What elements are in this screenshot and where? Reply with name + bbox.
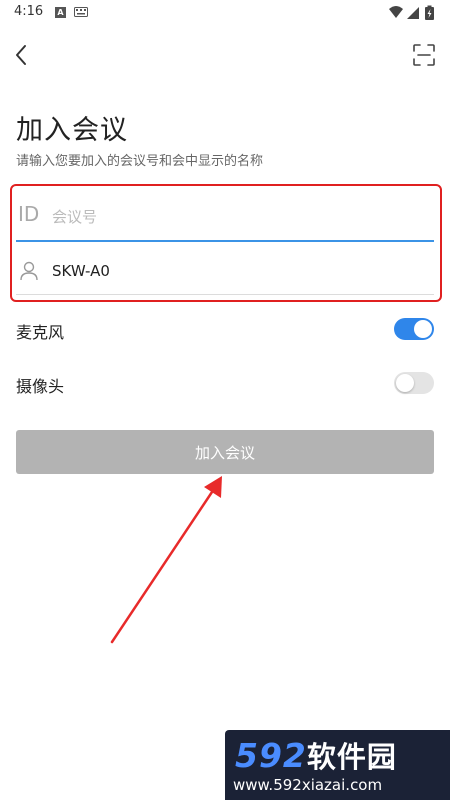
page-subtitle: 请输入您要加入的会议号和会中显示的名称 [16, 154, 264, 169]
microphone-switch[interactable] [394, 318, 434, 340]
watermark-brand-cn: 软件园 [306, 740, 397, 774]
back-chevron-icon[interactable] [10, 42, 36, 68]
wifi-icon [389, 6, 403, 18]
keyboard-icon [74, 7, 88, 17]
camera-switch[interactable] [394, 372, 434, 394]
watermark-brand: 592软件园 [235, 734, 397, 776]
scan-icon[interactable] [412, 43, 436, 67]
notification-a-icon: A [55, 7, 66, 18]
display-name-field [16, 250, 434, 295]
display-name-input[interactable] [52, 256, 422, 286]
id-icon: ID [18, 202, 40, 226]
camera-row: 摄像头 [16, 369, 434, 399]
status-icons [389, 5, 434, 20]
page-title: 加入会议 [16, 115, 128, 146]
meeting-id-field: ID [16, 196, 434, 242]
switch-knob [414, 320, 432, 338]
microphone-label: 麦克风 [16, 323, 65, 342]
person-icon [20, 261, 38, 281]
watermark-url: www.592xiazai.com [233, 776, 383, 794]
camera-label: 摄像头 [16, 377, 65, 396]
switch-knob [396, 374, 414, 392]
microphone-row: 麦克风 [16, 315, 434, 345]
watermark-number: 592 [235, 736, 307, 775]
cell-signal-icon [407, 7, 419, 19]
watermark-logo: 592软件园 www.592xiazai.com [225, 730, 450, 800]
status-time: 4:16 [14, 4, 44, 19]
meeting-id-input[interactable] [52, 202, 422, 232]
join-meeting-button[interactable]: 加入会议 [16, 430, 434, 474]
battery-icon [425, 5, 434, 20]
status-bar: 4:16 A [0, 0, 450, 26]
